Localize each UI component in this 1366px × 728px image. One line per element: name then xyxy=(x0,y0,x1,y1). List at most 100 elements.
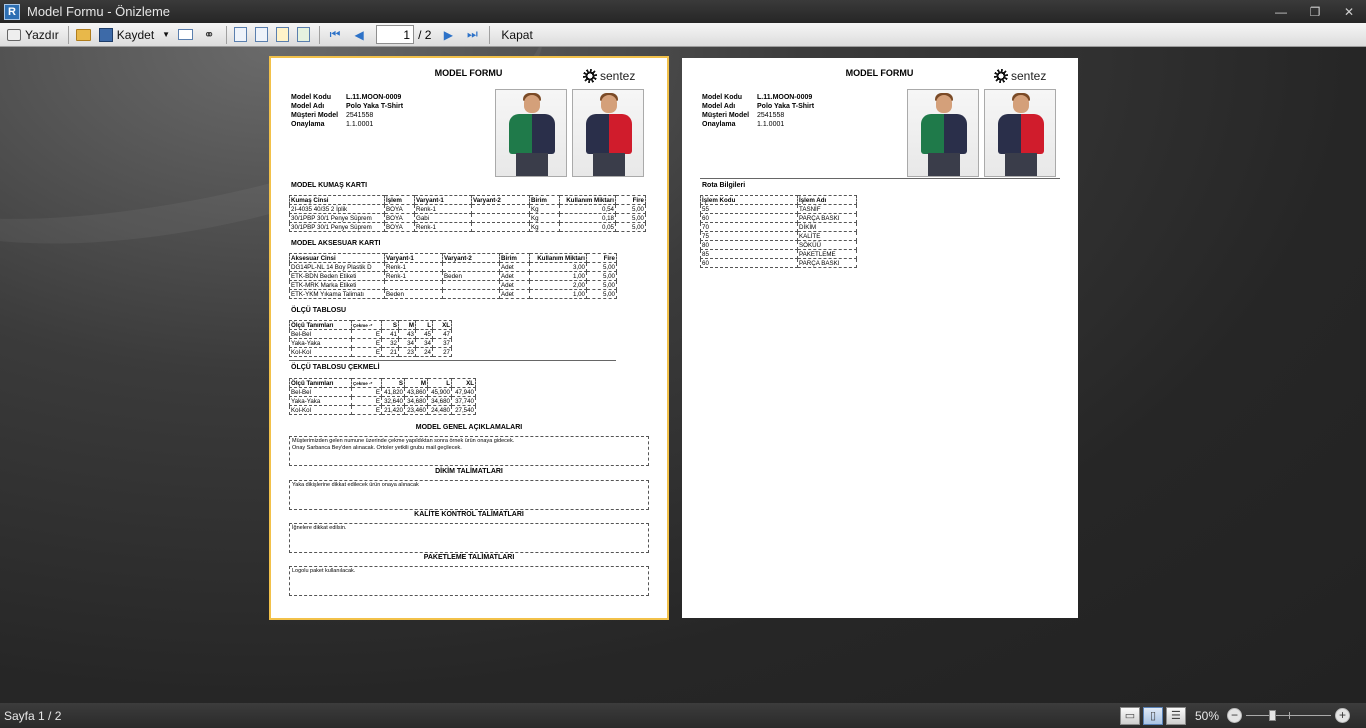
toolbar: Yazdır Kaydet ▼ ⚭ ⏮ ◀ / 2 ▶ ⏭ Kapat xyxy=(0,23,1366,47)
doc-title: MODEL FORMU xyxy=(434,68,503,78)
table-row: ETK-MRK Marka Etiketi Adet 2,00 5,00 xyxy=(289,280,617,290)
sentez-logo-icon xyxy=(994,69,1008,83)
edit-button[interactable] xyxy=(273,24,292,46)
close-label: Kapat xyxy=(501,27,533,42)
first-page-button[interactable]: ⏮ xyxy=(324,24,346,46)
folder-icon xyxy=(75,28,91,41)
multi-page-view-button[interactable]: ☰ xyxy=(1165,706,1186,725)
section-divider xyxy=(289,360,616,361)
open-button[interactable] xyxy=(73,24,94,46)
report-page-2[interactable]: MODEL FORMU sentez Model Kodu L.11.MOON-0… xyxy=(682,58,1078,618)
save-button[interactable]: Kaydet ▼ xyxy=(96,24,173,46)
single-page-icon: ▭ xyxy=(1124,710,1136,722)
page-count-label: / 2 xyxy=(418,27,432,42)
model-info: Model Kodu L.11.MOON-0009 Model Adı Polo Y… xyxy=(702,94,815,128)
minimize-button[interactable]: — xyxy=(1264,0,1298,23)
rota-table: İşlem Kodu İşlem Adı 55 TASNİF 60 PARÇA BAS… xyxy=(700,195,857,268)
preview-area[interactable]: MODEL FORMU sentez Model Kodu L.11.MOON-0… xyxy=(0,47,1366,703)
toolbar-separator xyxy=(319,25,321,44)
zoom-tick xyxy=(1289,712,1290,719)
toolbar-separator xyxy=(489,25,491,44)
product-photo-green xyxy=(907,89,979,177)
paketleme-notes-box: Logolu paket kullanılacak. xyxy=(289,566,649,596)
table-row: 30/1PBP 30/1 Penye Süprem BOYA Gabi Kg 0,18 5… xyxy=(289,213,646,223)
edit-page-icon xyxy=(276,27,290,42)
table-row: 60 PARÇA BASKI xyxy=(700,213,857,223)
product-photo-red xyxy=(572,89,644,177)
single-page-view-button[interactable]: ▭ xyxy=(1119,706,1140,725)
table-row: 60 PARÇA BASKI xyxy=(700,258,857,268)
two-page-icon: ▯ xyxy=(1149,710,1156,722)
find-button[interactable]: ⚭ xyxy=(198,24,220,46)
close-preview-button[interactable]: Kapat xyxy=(494,24,535,46)
email-button[interactable] xyxy=(175,24,196,46)
zoom-level: 50% xyxy=(1194,708,1219,723)
kumas-table: Kumaş Cinsi İşlem Varyant-1 Varyant-2 Birim K… xyxy=(289,195,646,232)
close-window-button[interactable]: ✕ xyxy=(1332,0,1366,23)
genel-notes-box: Müşterimizden gelen numune üzerinde çekm… xyxy=(289,436,649,466)
sentez-logo-icon xyxy=(583,69,597,83)
chevron-down-icon[interactable]: ▼ xyxy=(162,30,170,39)
save-label: Kaydet xyxy=(116,27,155,42)
zoom-slider-thumb[interactable] xyxy=(1269,710,1276,721)
brand-logo: sentez xyxy=(583,69,635,83)
multi-page-icon: ☰ xyxy=(1171,710,1181,722)
logo-text: sentez xyxy=(1011,69,1047,83)
table-row: Bel-Bel E 41,820 43,860 45,900 47,940 xyxy=(289,387,476,397)
table-row: Bel-Bel E 41 43 45 47 xyxy=(289,329,452,339)
page-setup-button[interactable] xyxy=(252,24,271,46)
prev-page-button[interactable]: ◀ xyxy=(348,24,370,46)
print-button[interactable]: Yazdır xyxy=(4,24,62,46)
kumas-section-title: MODEL KUMAŞ KARTI xyxy=(291,182,368,189)
watermark-icon xyxy=(297,27,311,42)
logo-text: sentez xyxy=(600,69,636,83)
model-info: Model Kodu L.11.MOON-0009 Model Adı Polo Y… xyxy=(291,94,404,128)
brand-logo: sentez xyxy=(994,69,1046,83)
zoom-out-button[interactable]: − xyxy=(1227,708,1242,723)
table-row: 70 DİKİM xyxy=(700,222,857,232)
table-row: 75 KALİTE xyxy=(700,231,857,241)
table-row: 30/1PBP 30/1 Penye Süprem BOYA Renk-1 Kg 0,0… xyxy=(289,222,646,232)
maximize-button[interactable]: ❐ xyxy=(1298,0,1332,23)
table-row: ETK-BDN Beden Etiketi Renk-1 Beden Adet 1,00… xyxy=(289,271,617,281)
next-page-icon: ▶ xyxy=(443,27,454,42)
toolbar-separator xyxy=(226,25,228,44)
title-bar: R Model Formu - Önizleme — ❐ ✕ xyxy=(0,0,1366,23)
table-row: Yaka-Yaka E 32 34 34 37 xyxy=(289,338,452,348)
print-label: Yazdır xyxy=(25,27,59,42)
last-page-button[interactable]: ⏭ xyxy=(461,24,483,46)
layout-button[interactable] xyxy=(231,24,250,46)
toolbar-separator xyxy=(67,25,69,44)
aksesuar-section-title: MODEL AKSESUAR KARTI xyxy=(291,240,381,247)
prev-page-icon: ◀ xyxy=(354,27,364,42)
olcu-table: Ölçü Tanımları Çekme -* S M L XL Bel-Bel E 41 43… xyxy=(289,320,452,357)
kalite-notes-box: İğnelere dikkat edilsin. xyxy=(289,523,649,553)
dikim-notes-title: DİKİM TALİMATLARI xyxy=(435,468,503,475)
two-page-view-button[interactable]: ▯ xyxy=(1142,706,1163,725)
table-row: Yaka-Yaka E 32,640 34,680 34,680 37,740 xyxy=(289,396,476,406)
table-row: Kol-Kol E 21 23 24 27 xyxy=(289,347,452,357)
table-row: ETK-YKM Yıkama Talimatı Beden Adet 1,00 5,00 xyxy=(289,289,617,299)
binoculars-icon: ⚭ xyxy=(203,26,215,42)
table-row: 80 SÖKÜÜ xyxy=(700,240,857,250)
dikim-notes-box: Yaka dikişlerine dikkat edilecek ürün on… xyxy=(289,480,649,510)
window-title: Model Formu - Önizleme xyxy=(27,4,171,19)
section-divider xyxy=(700,178,1060,179)
watermark-button[interactable] xyxy=(294,24,313,46)
table-row: 2I-4035 40/35 2 İplik BOYA Renk-1 Kg 0,54 5,0… xyxy=(289,204,646,214)
doc-title: MODEL FORMU xyxy=(845,68,914,78)
zoom-in-button[interactable]: + xyxy=(1335,708,1350,723)
status-bar: Sayfa 1 / 2 ▭ ▯ ☰ 50% − + xyxy=(0,703,1366,728)
report-page-1[interactable]: MODEL FORMU sentez Model Kodu L.11.MOON-0… xyxy=(269,56,669,620)
zoom-slider[interactable] xyxy=(1246,708,1331,723)
last-page-icon: ⏭ xyxy=(467,27,478,41)
table-row: DG14PL-NL 14 Boy Plastik D Renk-1 Adet 3,00… xyxy=(289,262,617,272)
page-number-input[interactable] xyxy=(376,25,415,44)
product-photo-red xyxy=(984,89,1056,177)
product-photo-green xyxy=(495,89,567,177)
next-page-button[interactable]: ▶ xyxy=(437,24,459,46)
rota-section-title: Rota Bilgileri xyxy=(702,182,746,189)
table-row: Kol-Kol E 21,420 23,460 24,480 27,540 xyxy=(289,405,476,415)
save-icon xyxy=(98,27,113,42)
page-layout-icon xyxy=(234,27,248,42)
